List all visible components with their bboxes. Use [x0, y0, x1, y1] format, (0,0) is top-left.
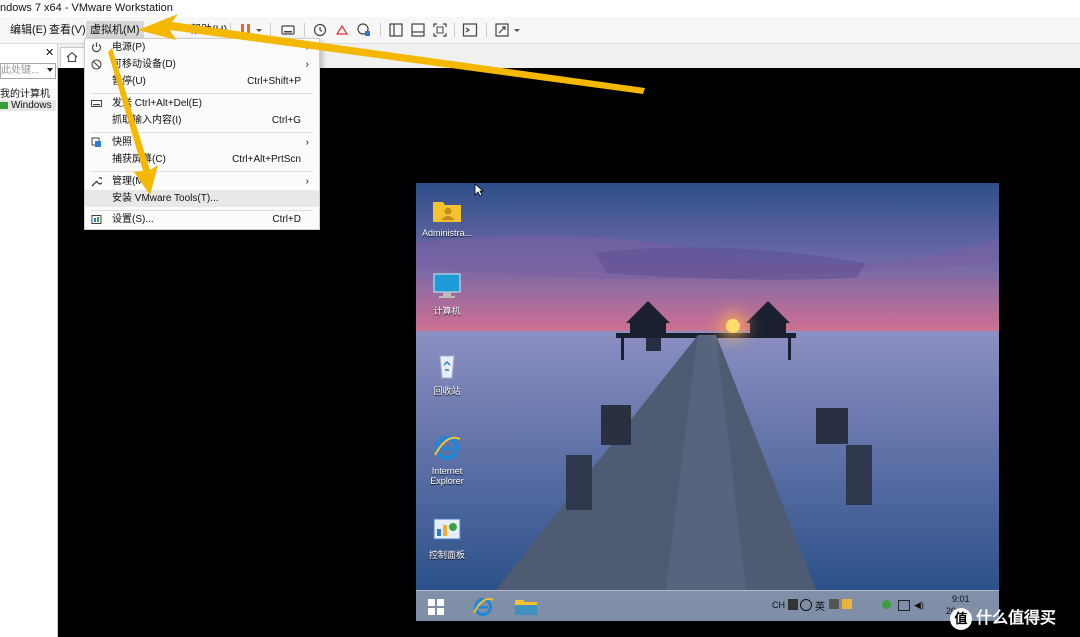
annotation-arrows [108, 14, 645, 195]
watermark-logo: 值 [950, 607, 972, 630]
annotation-arrow-to-install-tools [108, 48, 158, 195]
annotation-arrow-to-vm-menu [138, 14, 645, 94]
watermark-text: 什么值得买 [976, 610, 1057, 627]
watermark: 值什么值得买 [950, 604, 1056, 630]
